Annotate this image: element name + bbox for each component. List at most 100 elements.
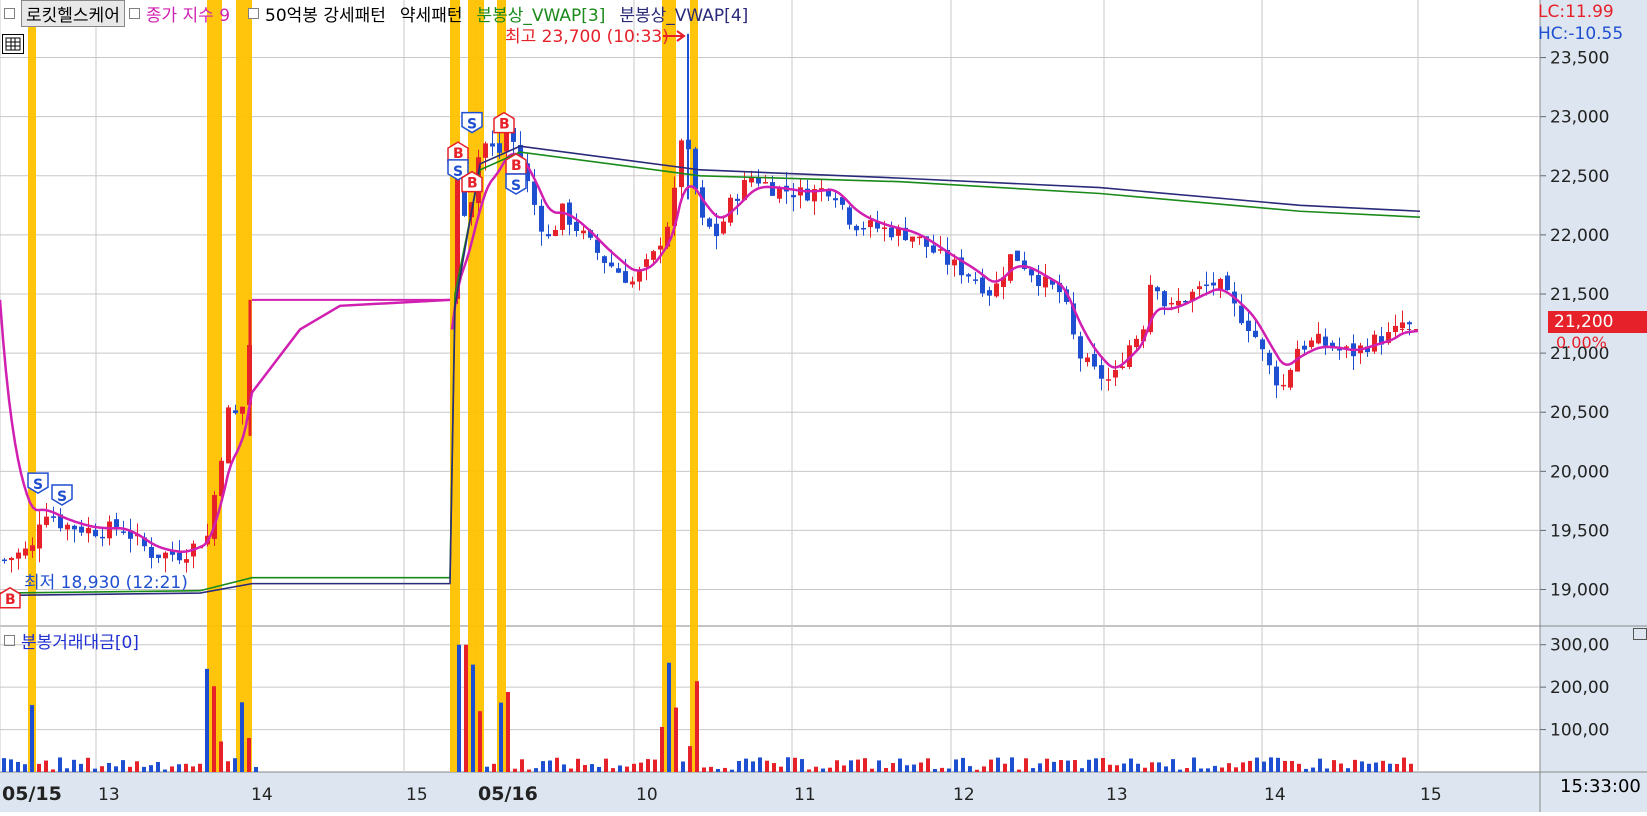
volume-tick-label: 100,00 xyxy=(1550,721,1609,741)
candle-body xyxy=(490,143,495,147)
volume-bar xyxy=(667,662,671,772)
legend-strong-pattern[interactable]: 50억봉 강세패턴 xyxy=(265,1,386,26)
time-tick-label: 15 xyxy=(1420,785,1442,805)
volume-bar xyxy=(156,761,160,772)
volume-bar xyxy=(891,763,895,772)
candle-body xyxy=(616,268,621,273)
volume-bar xyxy=(639,762,643,772)
volume-bar xyxy=(597,767,601,772)
legend-weak-pattern[interactable]: 약세패턴 xyxy=(400,1,463,26)
volume-bar xyxy=(968,766,972,772)
change-pct: 0.00% xyxy=(1556,333,1607,352)
volume-bar xyxy=(471,664,475,772)
volume-bar xyxy=(1255,757,1259,772)
volume-bar xyxy=(247,737,251,772)
legend-chip[interactable] xyxy=(248,7,260,19)
volume-bar xyxy=(1122,763,1126,772)
volume-bar xyxy=(1353,759,1357,772)
volume-bar xyxy=(1206,768,1210,772)
volume-bar xyxy=(212,686,216,772)
volume-bar xyxy=(1059,760,1063,772)
table-icon xyxy=(5,37,21,51)
volume-bar xyxy=(1080,768,1084,772)
legend-vwap4[interactable]: 분봉상_VWAP[4] xyxy=(619,1,748,26)
volume-bar xyxy=(1213,765,1217,772)
volume-bar xyxy=(751,761,755,772)
chart-area[interactable]: 23,500 23,000 22,500 22,000 21,500 21,000 20,5… xyxy=(0,0,1647,812)
candle-body xyxy=(240,406,245,414)
volume-bar xyxy=(1024,758,1028,772)
volume-bar xyxy=(723,767,727,772)
candle-body xyxy=(1106,379,1111,381)
volume-bar xyxy=(191,766,195,772)
legend-chip[interactable] xyxy=(4,7,15,19)
volume-legend[interactable]: 분봉거래대금[0] xyxy=(0,628,139,653)
legend-ma[interactable]: 종가 지수 9 xyxy=(146,1,230,26)
candle-body xyxy=(9,557,14,561)
price-chart-svg[interactable]: 23,50023,00022,50022,00021,50021,00020,5… xyxy=(0,0,1647,812)
candle-body xyxy=(1099,365,1104,379)
volume-bar xyxy=(779,766,783,772)
time-tick-label: 14 xyxy=(251,785,273,805)
candle-body xyxy=(1218,278,1223,289)
volume-bar xyxy=(688,746,692,772)
volume-bar xyxy=(870,768,874,772)
price-tick-label: 20,500 xyxy=(1550,403,1609,423)
volume-bar xyxy=(1185,768,1189,772)
current-price-tag: 21,200 xyxy=(1548,311,1647,333)
volume-bar xyxy=(128,766,132,772)
volume-tick-label: 300,00 xyxy=(1550,636,1609,656)
candle-body xyxy=(121,531,126,533)
volume-bar xyxy=(1178,769,1182,772)
grid-icon[interactable] xyxy=(2,34,24,54)
candle-body xyxy=(644,259,649,267)
candle-body xyxy=(1407,322,1412,325)
volume-bar xyxy=(919,762,923,772)
volume-bar xyxy=(1248,760,1252,772)
volume-bar xyxy=(702,767,706,772)
volume-bar xyxy=(121,760,125,772)
volume-bar xyxy=(1367,763,1371,772)
volume-bar xyxy=(695,681,699,772)
candle-body xyxy=(1393,325,1398,333)
volume-bar xyxy=(884,768,888,772)
volume-bar xyxy=(1325,768,1329,772)
candle-body xyxy=(1211,282,1216,286)
expand-icon[interactable] xyxy=(1633,628,1647,640)
candle-body xyxy=(630,281,635,285)
candle-body xyxy=(889,227,894,238)
volume-bar xyxy=(842,765,846,772)
volume-legend-label: 분봉거래대금[0] xyxy=(21,633,139,653)
volume-bar xyxy=(86,757,90,772)
candle-body xyxy=(156,554,161,558)
candle-body xyxy=(1015,250,1020,261)
current-time: 15:33:00 xyxy=(1560,776,1641,797)
volume-bar xyxy=(1010,757,1014,772)
candle-body xyxy=(651,251,656,260)
candle-body xyxy=(177,552,182,561)
volume-bar xyxy=(933,769,937,772)
candle-body xyxy=(2,559,7,562)
volume-bar xyxy=(457,644,461,772)
volume-bar xyxy=(590,764,594,772)
legend-chip[interactable] xyxy=(128,7,140,19)
stock-name[interactable]: 로킷헬스케어 xyxy=(21,0,125,27)
candle-body xyxy=(581,230,586,234)
volume-bar xyxy=(534,768,538,772)
candle-body xyxy=(1155,287,1160,292)
volume-bar xyxy=(1066,760,1070,772)
candle-body xyxy=(973,279,978,281)
candle-body xyxy=(1008,254,1013,281)
legend-chip[interactable] xyxy=(4,635,15,646)
marker-label: S xyxy=(511,178,521,194)
volume-bar xyxy=(100,766,104,772)
candle-body xyxy=(1092,354,1097,367)
time-tick-label: 05/15 xyxy=(2,783,62,805)
candle-body xyxy=(497,143,502,153)
legend-vwap3[interactable]: 분봉상_VWAP[3] xyxy=(476,1,605,26)
marker-label: B xyxy=(511,158,522,174)
volume-bar xyxy=(219,741,223,772)
volume-bar xyxy=(793,757,797,772)
volume-bar xyxy=(142,766,146,772)
candle-body xyxy=(1043,276,1048,288)
